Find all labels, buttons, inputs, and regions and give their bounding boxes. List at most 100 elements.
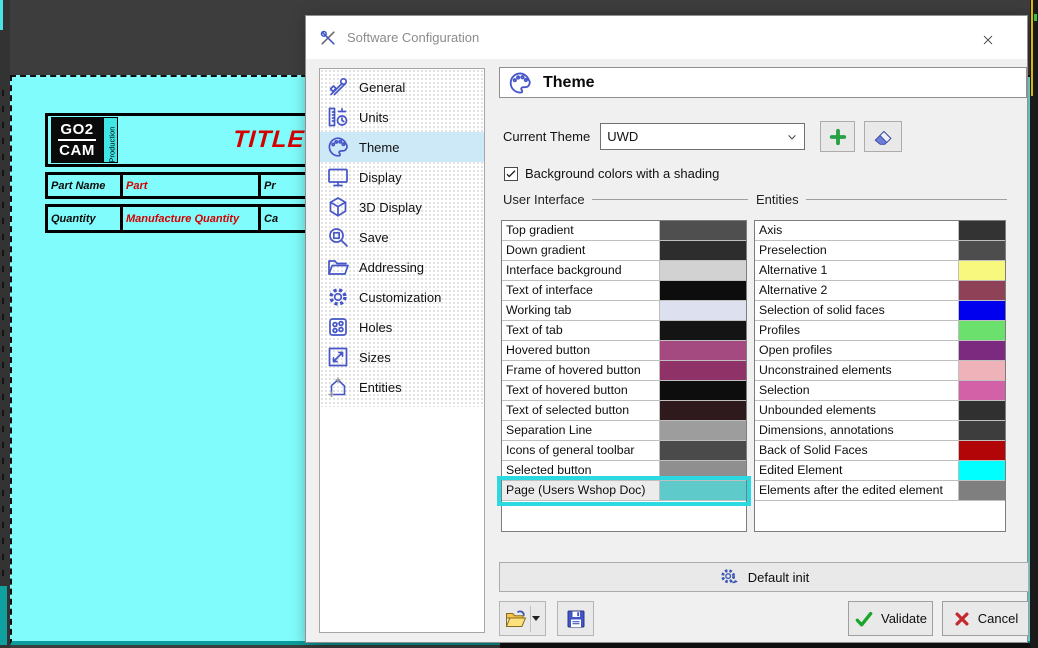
cancel-button[interactable]: Cancel [942,601,1029,636]
color-row[interactable]: Separation Line [502,421,746,441]
sidebar-item-units[interactable]: Units [320,102,484,132]
color-swatch[interactable] [660,461,746,481]
sidebar-item-label: Entities [359,380,402,395]
color-swatch[interactable] [959,341,1005,361]
cube-icon [326,195,350,219]
color-row-label: Unbounded elements [755,401,959,421]
color-row[interactable]: Working tab [502,301,746,321]
color-row[interactable]: Axis [755,221,1005,241]
color-row[interactable]: Back of Solid Faces [755,441,1005,461]
shading-checkbox-row[interactable]: Background colors with a shading [504,166,719,181]
color-row-label: Elements after the edited element [755,481,959,501]
sidebar-item-sizes[interactable]: Sizes [320,342,484,372]
current-theme-row: Current Theme UWD [503,121,902,152]
color-row-label: Icons of general toolbar [502,441,660,461]
sidebar-item-label: Save [359,230,389,245]
sidebar-item-theme[interactable]: Theme [320,132,484,162]
color-row[interactable]: Interface background [502,261,746,281]
chevron-down-icon [784,129,800,145]
color-row[interactable]: Profiles [755,321,1005,341]
color-row[interactable]: Frame of hovered button [502,361,746,381]
shading-checkbox[interactable] [504,167,518,181]
color-row[interactable]: Text of tab [502,321,746,341]
sidebar-item-customization[interactable]: Customization [320,282,484,312]
color-swatch[interactable] [660,281,746,301]
color-row[interactable]: Selected button [502,461,746,481]
color-row[interactable]: Elements after the edited element [755,481,1005,501]
color-swatch[interactable] [959,361,1005,381]
color-row[interactable]: Unconstrained elements [755,361,1005,381]
background-window-edge [500,643,1038,648]
color-swatch[interactable] [660,381,746,401]
color-swatch[interactable] [959,221,1005,241]
color-swatch[interactable] [660,441,746,461]
color-swatch[interactable] [660,421,746,441]
color-row-label: Profiles [755,321,959,341]
sidebar-item-save[interactable]: Save [320,222,484,252]
dialog-tools-icon [318,28,338,48]
panel-title: Theme [543,74,595,92]
color-row[interactable]: Alternative 2 [755,281,1005,301]
color-row[interactable]: Page (Users Wshop Doc) [502,481,746,501]
open-dropdown-arrow[interactable] [532,616,540,621]
color-row[interactable]: Hovered button [502,341,746,361]
color-swatch[interactable] [660,401,746,421]
color-row[interactable]: Open profiles [755,341,1005,361]
save-theme-button[interactable] [557,601,594,636]
sidebar-item-display[interactable]: Display [320,162,484,192]
color-swatch[interactable] [660,361,746,381]
default-init-button[interactable]: Default init [499,562,1029,592]
color-swatch[interactable] [959,481,1005,501]
color-swatch[interactable] [660,221,746,241]
close-button[interactable] [975,29,1001,51]
color-row-label: Top gradient [502,221,660,241]
color-row[interactable]: Dimensions, annotations [755,421,1005,441]
color-row-label: Text of interface [502,281,660,301]
color-swatch[interactable] [959,461,1005,481]
color-swatch[interactable] [959,261,1005,281]
color-row[interactable]: Down gradient [502,241,746,261]
color-row[interactable]: Text of hovered button [502,381,746,401]
open-theme-button[interactable] [499,601,546,636]
color-row[interactable]: Unbounded elements [755,401,1005,421]
color-row[interactable]: Alternative 1 [755,261,1005,281]
color-swatch[interactable] [660,241,746,261]
delete-theme-button[interactable] [864,121,902,152]
color-swatch[interactable] [660,341,746,361]
color-swatch[interactable] [660,261,746,281]
current-theme-select[interactable]: UWD [600,123,805,150]
color-swatch[interactable] [959,421,1005,441]
color-row-label: Selection of solid faces [755,301,959,321]
color-swatch[interactable] [959,381,1005,401]
sidebar-item-addressing[interactable]: Addressing [320,252,484,282]
color-swatch[interactable] [660,481,746,501]
add-theme-button[interactable] [820,121,855,152]
shading-label: Background colors with a shading [525,166,719,181]
validate-button[interactable]: Validate [848,601,933,636]
color-swatch[interactable] [959,321,1005,341]
sidebar-item-entities[interactable]: Entities [320,372,484,402]
color-swatch[interactable] [959,441,1005,461]
color-row[interactable]: Text of interface [502,281,746,301]
color-swatch[interactable] [959,281,1005,301]
color-swatch[interactable] [959,241,1005,261]
sidebar-item-general[interactable]: General [320,72,484,102]
color-row[interactable]: Text of selected button [502,401,746,421]
sidebar-item-holes[interactable]: Holes [320,312,484,342]
color-swatch[interactable] [959,301,1005,321]
color-row[interactable]: Edited Element [755,461,1005,481]
color-swatch[interactable] [660,321,746,341]
color-row[interactable]: Preselection [755,241,1005,261]
sidebar-item-3d-display[interactable]: 3D Display [320,192,484,222]
color-swatch[interactable] [660,301,746,321]
software-configuration-dialog: Software Configuration GeneralUnitsTheme… [305,15,1028,643]
color-row[interactable]: Selection of solid faces [755,301,1005,321]
color-row[interactable]: Top gradient [502,221,746,241]
color-row-label: Preselection [755,241,959,261]
magnifier-icon [326,225,350,249]
logo-line1: GO2 [58,121,95,141]
color-row[interactable]: Icons of general toolbar [502,441,746,461]
color-row[interactable]: Selection [755,381,1005,401]
default-init-label: Default init [748,570,809,585]
color-swatch[interactable] [959,401,1005,421]
